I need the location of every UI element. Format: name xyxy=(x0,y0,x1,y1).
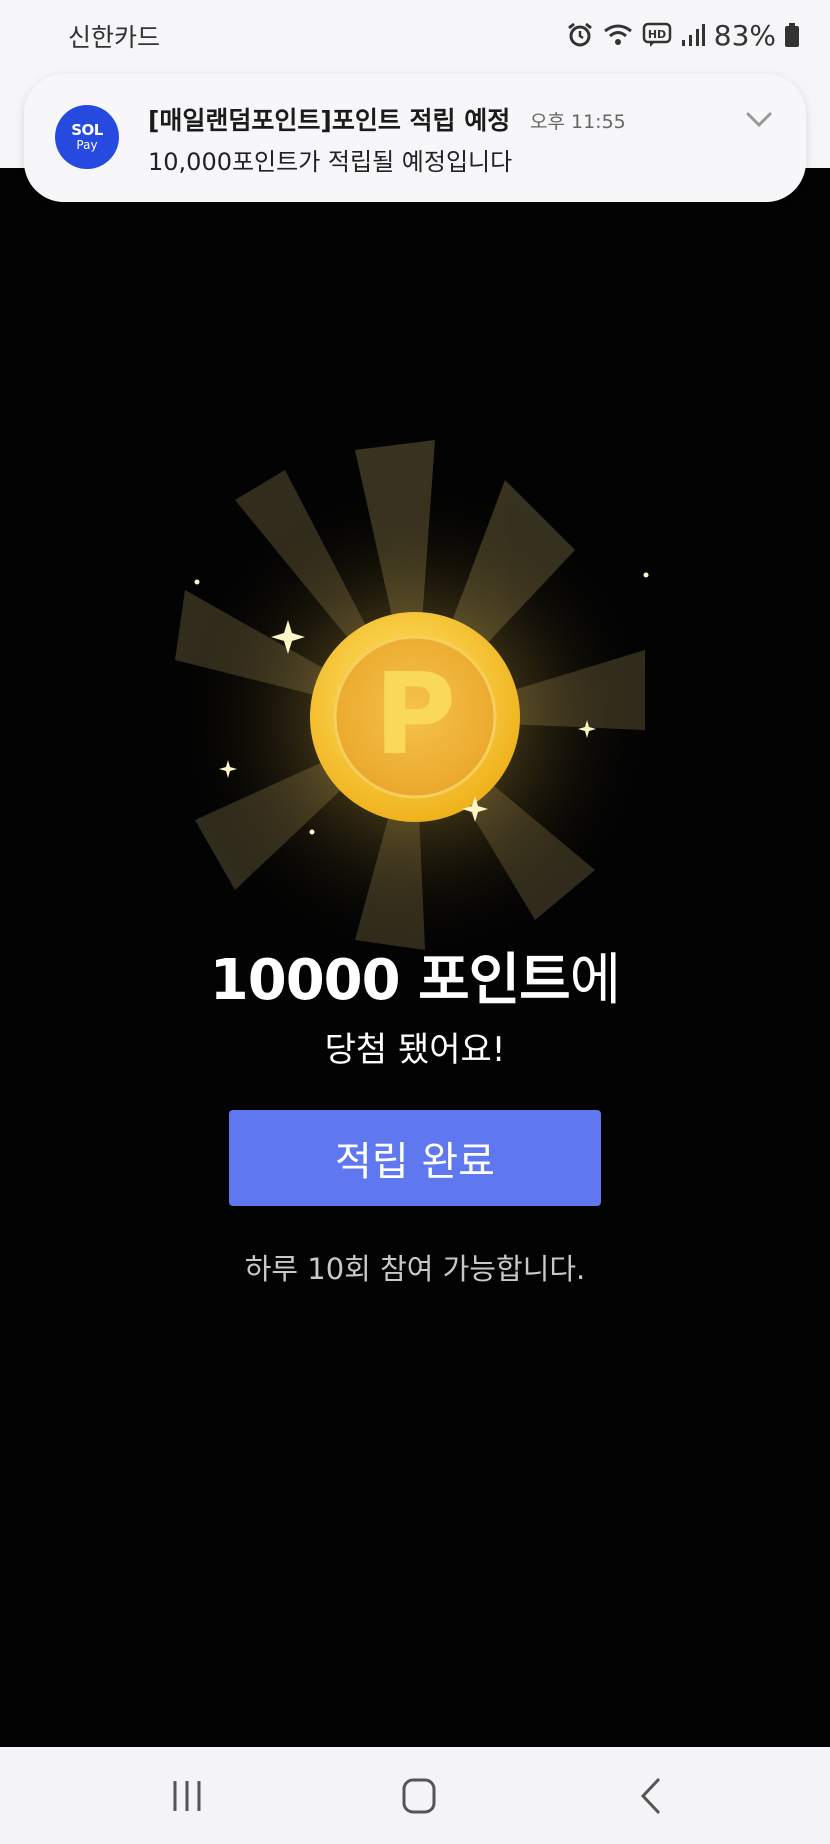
alarm-icon xyxy=(567,22,592,47)
notification-title: [매일랜덤포인트]포인트 적립 예정 xyxy=(148,106,511,135)
win-amount: 10000 포인트에 xyxy=(0,935,830,1016)
battery-icon xyxy=(785,23,799,47)
notification-time: 오후 11:55 xyxy=(530,111,626,133)
recent-apps-icon[interactable] xyxy=(162,1775,212,1817)
app-icon-text-bottom: Pay xyxy=(76,137,98,152)
win-amount-value: 10000 포인트 xyxy=(209,948,571,1013)
coin-illustration: P xyxy=(175,440,655,950)
home-icon[interactable] xyxy=(394,1775,444,1817)
back-icon[interactable] xyxy=(627,1775,677,1817)
daily-limit-note: 하루 10회 참여 가능합니다. xyxy=(244,1252,586,1286)
coin-symbol: P xyxy=(374,650,456,780)
app-icon: SOL Pay xyxy=(55,105,119,169)
win-subtitle: 당첨 됐어요! xyxy=(324,1030,506,1070)
battery-percent: 83% xyxy=(713,18,776,52)
win-amount-suffix: 에 xyxy=(569,948,622,1013)
status-icons: HD 83% xyxy=(566,14,800,56)
complete-button[interactable]: 적립 완료 xyxy=(229,1110,601,1206)
wifi-icon xyxy=(603,24,632,45)
app-icon-text-top: SOL xyxy=(71,120,103,139)
notification-body: 10,000포인트가 적립될 예정입니다 xyxy=(148,148,513,176)
status-carrier: 신한카드 xyxy=(68,23,161,52)
hd-voice-icon: HD xyxy=(642,22,672,47)
push-notification[interactable]: SOL Pay [매일랜덤포인트]포인트 적립 예정 오후 11:55 10,0… xyxy=(24,74,806,202)
chevron-down-icon[interactable] xyxy=(742,102,776,136)
navigation-bar xyxy=(0,1747,830,1844)
signal-icon xyxy=(681,24,705,46)
svg-text:HD: HD xyxy=(648,28,666,41)
